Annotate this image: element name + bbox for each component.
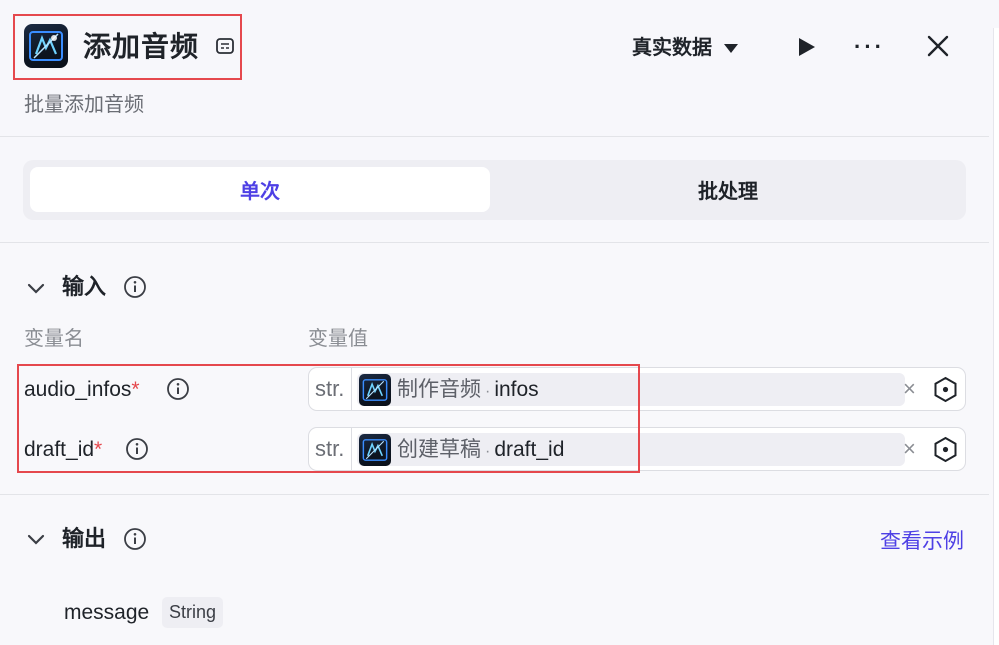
- data-mode-dropdown[interactable]: 真实数据: [632, 34, 738, 62]
- scrollbar-track[interactable]: [993, 28, 999, 645]
- tab-batch[interactable]: 批处理: [496, 167, 960, 212]
- input-collapse-chevron-icon[interactable]: [25, 277, 47, 299]
- caret-down-icon: [724, 43, 738, 53]
- data-mode-label: 真实数据: [632, 37, 712, 59]
- header-divider: [0, 136, 989, 137]
- play-icon: [799, 38, 815, 56]
- variable-picker-icon[interactable]: [932, 436, 959, 463]
- output-collapse-chevron-icon[interactable]: [25, 528, 47, 550]
- close-button[interactable]: [926, 34, 950, 58]
- output-type-badge: String: [162, 597, 224, 628]
- input-section-title: 输入: [62, 274, 107, 299]
- output-param-name: message: [64, 601, 150, 624]
- view-example-link[interactable]: 查看示例: [880, 528, 964, 556]
- close-icon: [927, 35, 949, 57]
- inputs-highlight-box: [17, 364, 640, 473]
- mode-tabs: 单次 批处理: [23, 160, 966, 220]
- clear-reference-icon[interactable]: ×: [903, 376, 916, 402]
- title-highlight-box: [13, 14, 242, 80]
- tabs-divider: [0, 242, 989, 243]
- clear-reference-icon[interactable]: ×: [903, 436, 916, 462]
- run-button[interactable]: [794, 35, 818, 59]
- output-section-title: 输出: [62, 526, 107, 551]
- input-info-icon[interactable]: [123, 275, 147, 299]
- column-header-name: 变量名: [24, 328, 84, 350]
- column-header-value: 变量值: [308, 328, 368, 350]
- input-divider: [0, 494, 989, 495]
- variable-picker-icon[interactable]: [932, 376, 959, 403]
- tab-single[interactable]: 单次: [30, 167, 490, 212]
- more-button[interactable]: ···: [854, 36, 890, 58]
- page-subtitle: 批量添加音频: [24, 94, 144, 116]
- output-info-icon[interactable]: [123, 527, 147, 551]
